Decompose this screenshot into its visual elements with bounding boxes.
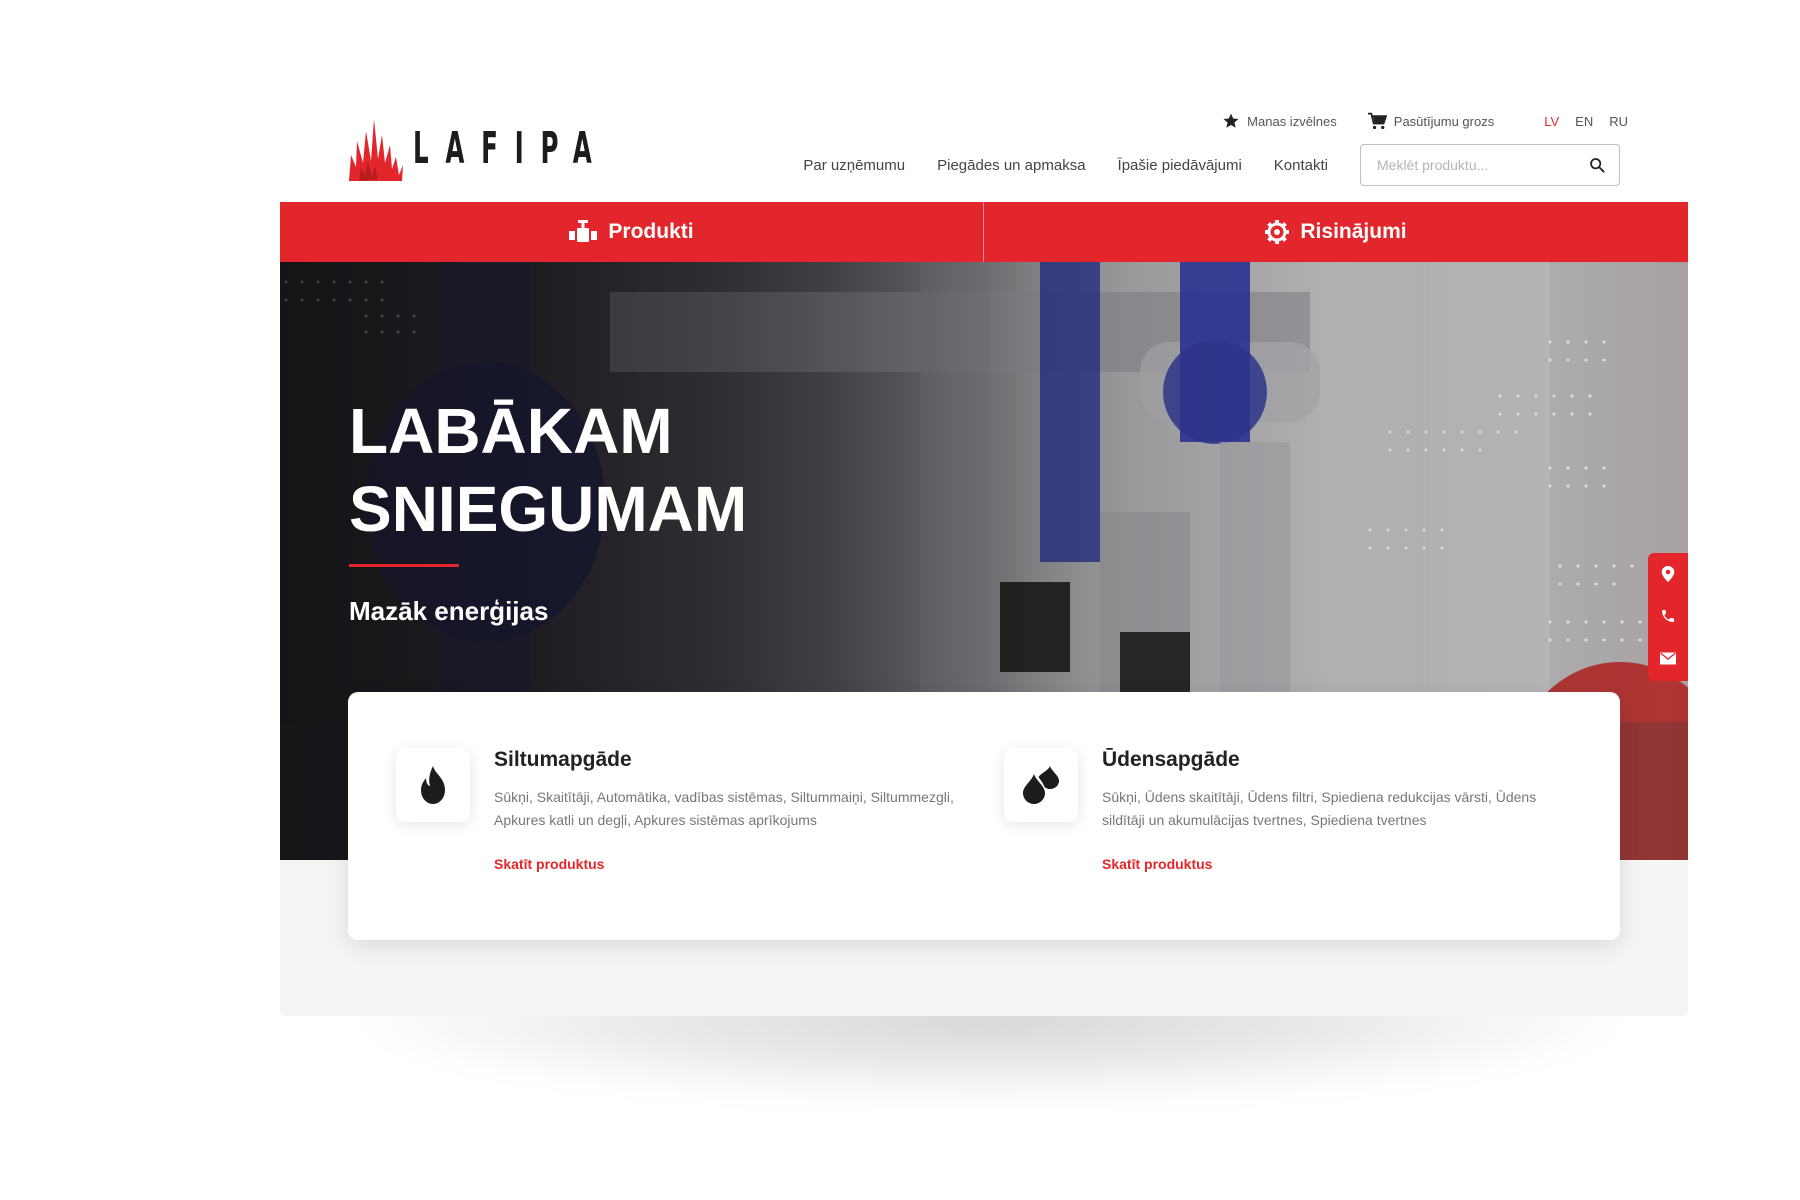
nav-offers[interactable]: Īpašie piedāvājumi (1118, 157, 1242, 174)
mail-button[interactable] (1648, 637, 1688, 679)
lang-en[interactable]: EN (1575, 114, 1593, 129)
gear-icon (1265, 220, 1290, 244)
tab-products-label: Produkti (608, 220, 694, 243)
categories-card: Siltumapgāde Sūkņi, Skaitītāji, Automāti… (348, 692, 1620, 940)
view-products-link[interactable]: Skatīt produktus (494, 856, 604, 872)
lang-lv[interactable]: LV (1544, 114, 1559, 129)
logo-text: LAFIPA (413, 123, 609, 174)
category-heating: Siltumapgāde Sūkņi, Skaitītāji, Automāti… (396, 748, 996, 898)
hero-title: LABĀKAM SNIEGUMAM (349, 392, 869, 548)
location-icon (1661, 566, 1675, 582)
category-description: Sūkņi, Skaitītāji, Automātika, vadības s… (494, 789, 954, 828)
tab-products[interactable]: Produkti (280, 202, 984, 262)
star-icon (1223, 113, 1239, 128)
nav-about[interactable]: Par uzņēmumu (803, 157, 905, 174)
view-products-link[interactable]: Skatīt produktus (1102, 856, 1212, 872)
category-icon-box (1004, 748, 1078, 822)
category-title: Siltumapgāde (494, 748, 632, 771)
site-header: LAFIPA Manas izvēlnes Pasūtījumu grozs L… (280, 96, 1688, 202)
main-nav: Par uzņēmumu Piegādes un apmaksa Īpašie … (803, 144, 1620, 186)
main-tabs: Produkti Risinājumi (280, 202, 1688, 262)
language-switcher: LV EN RU (1528, 114, 1628, 129)
phone-button[interactable] (1648, 595, 1688, 637)
browser-frame: LAFIPA Manas izvēlnes Pasūtījumu grozs L… (280, 96, 1688, 1016)
favorites-link[interactable]: Manas izvēlnes (1222, 112, 1337, 130)
category-description: Sūkņi, Ūdens skaitītāji, Ūdens filtri, S… (1102, 789, 1537, 828)
lang-ru[interactable]: RU (1609, 114, 1628, 129)
search-icon (1590, 158, 1605, 173)
hero-title-line2: SNIEGUMAM (349, 473, 748, 545)
nav-contacts[interactable]: Kontakti (1274, 157, 1328, 174)
side-contact-bar (1648, 553, 1688, 681)
category-title: Ūdensapgāde (1102, 748, 1240, 771)
search-input[interactable] (1361, 145, 1581, 185)
category-icon-box (396, 748, 470, 822)
category-water: Ūdensapgāde Sūkņi, Ūdens skaitītāji, Ūde… (1004, 748, 1604, 898)
cart-label: Pasūtījumu grozs (1393, 113, 1495, 129)
flame-icon (421, 766, 445, 804)
utility-bar: Manas izvēlnes Pasūtījumu grozs LV EN RU (1192, 112, 1628, 130)
location-button[interactable] (1648, 553, 1688, 595)
valve-icon (569, 220, 598, 242)
hero-title-line1: LABĀKAM (349, 395, 673, 467)
cart-link[interactable]: Pasūtījumu grozs (1367, 112, 1494, 130)
flame-logo-icon (349, 119, 403, 181)
hero-accent-line (349, 564, 459, 567)
search-button[interactable] (1589, 157, 1605, 178)
hero-subtitle: Mazāk enerģijas (349, 596, 549, 626)
search-box (1360, 144, 1620, 186)
logo[interactable]: LAFIPA (347, 117, 728, 181)
mail-icon (1660, 652, 1676, 664)
cart-icon (1367, 112, 1387, 130)
tab-solutions[interactable]: Risinājumi (984, 202, 1688, 262)
nav-delivery[interactable]: Piegādes un apmaksa (937, 157, 1085, 174)
favorites-label: Manas izvēlnes (1247, 113, 1337, 129)
phone-icon (1662, 610, 1674, 622)
tab-solutions-label: Risinājumi (1300, 220, 1407, 243)
water-drops-icon (1023, 766, 1059, 804)
